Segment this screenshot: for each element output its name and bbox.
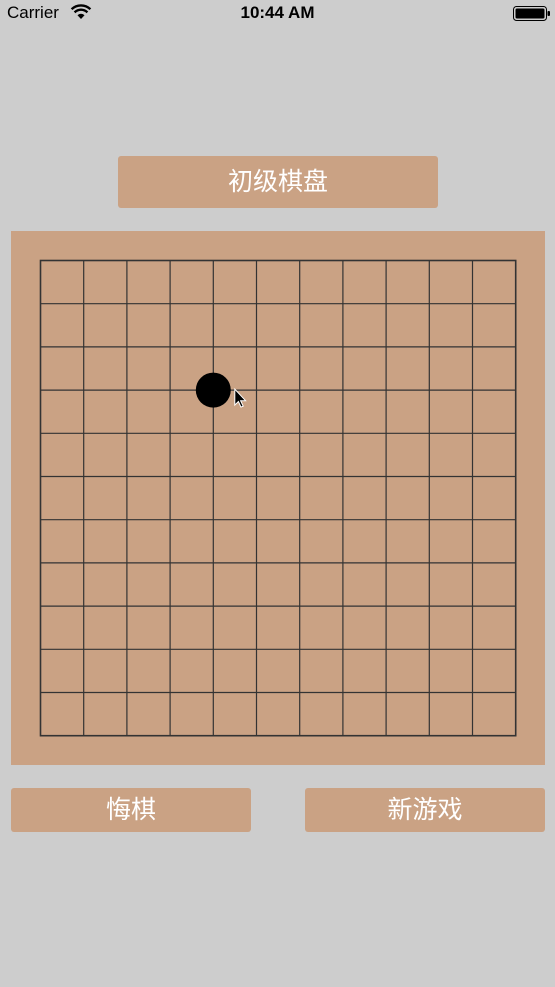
status-bar: Carrier 10:44 AM [0, 0, 555, 28]
stone-black [195, 372, 231, 408]
new-game-button[interactable]: 新游戏 [305, 788, 545, 832]
board-level-button[interactable]: 初级棋盘 [118, 156, 438, 208]
battery-icon [513, 6, 551, 26]
game-board[interactable] [11, 231, 545, 765]
status-time: 10:44 AM [240, 3, 315, 22]
board-grid[interactable] [11, 231, 545, 765]
board-frame [39, 259, 517, 737]
undo-button[interactable]: 悔棋 [11, 788, 251, 832]
mouse-cursor-icon [234, 387, 247, 408]
